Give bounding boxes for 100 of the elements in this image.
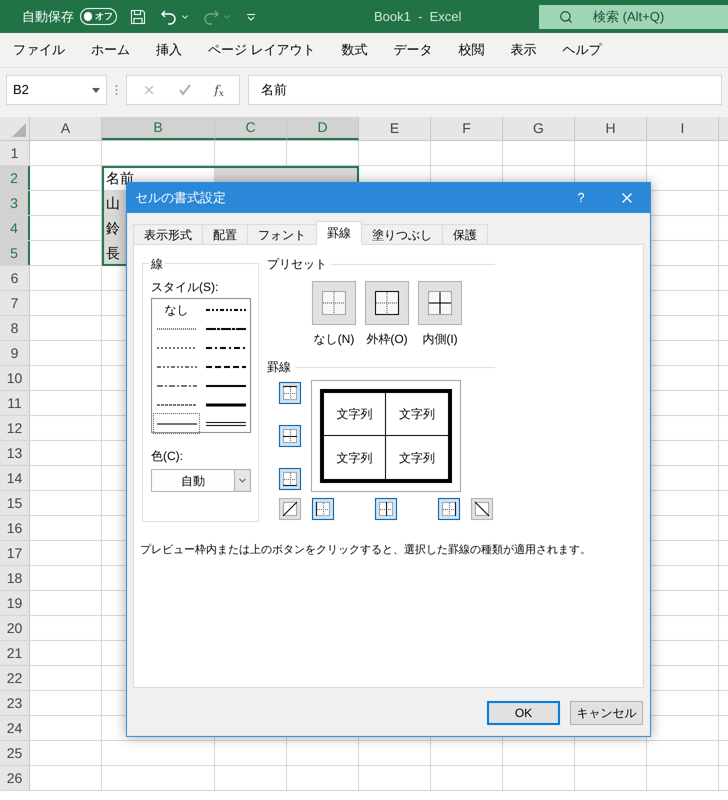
save-icon[interactable] [130, 8, 146, 24]
border-icon [282, 428, 298, 444]
search-field[interactable]: 検索 (Alt+Q) [539, 4, 728, 28]
row-header[interactable]: 14 [0, 466, 30, 490]
column-header[interactable]: B [102, 117, 215, 140]
help-button[interactable]: ? [558, 183, 604, 213]
border-toggle-button[interactable] [375, 498, 397, 520]
line-sample-icon [206, 344, 246, 350]
row-header[interactable]: 16 [0, 516, 30, 540]
border-icon [474, 501, 490, 517]
preset-button[interactable] [418, 281, 462, 325]
check-icon[interactable] [178, 83, 192, 97]
triangle-icon [12, 123, 26, 137]
dialog-button[interactable]: キャンセル [570, 701, 643, 725]
line-sample-icon [156, 402, 196, 408]
row-header[interactable]: 25 [0, 741, 30, 765]
border-toggle-button[interactable] [279, 425, 301, 447]
row-header[interactable]: 15 [0, 491, 30, 515]
row-header[interactable]: 17 [0, 541, 30, 565]
section-title: 罫線 [267, 359, 291, 376]
row-header[interactable]: 13 [0, 441, 30, 465]
hint-text: プレビュー枠内または上のボタンをクリックすると、選択した罫線の種類が適用されます。 [140, 542, 592, 558]
border-icon [315, 501, 331, 517]
border-toggle-button[interactable] [438, 498, 460, 520]
row-header[interactable]: 10 [0, 366, 30, 390]
border-toggle-button[interactable] [471, 498, 493, 520]
insert-function-button[interactable]: f$_{x}$ [214, 81, 224, 99]
column-header[interactable]: F [431, 117, 503, 140]
row-header[interactable]: 18 [0, 566, 30, 590]
row-header[interactable]: 21 [0, 641, 30, 665]
border-toggle-button[interactable] [279, 382, 301, 404]
line-style-option[interactable] [154, 414, 199, 433]
preview-text: 文字列 [399, 450, 435, 466]
undo-icon[interactable] [160, 8, 178, 24]
line-sample-icon [156, 344, 196, 350]
column-header[interactable]: G [503, 117, 575, 140]
preview-text: 文字列 [336, 450, 372, 466]
menu-tab[interactable]: ファイル [13, 40, 65, 60]
row-header[interactable]: 23 [0, 691, 30, 715]
section-title: プリセット [267, 256, 327, 273]
preset-label: なし(N) [314, 331, 354, 348]
preset-button[interactable] [312, 281, 356, 325]
line-sample-icon [206, 420, 246, 426]
border-toggle-button[interactable] [279, 468, 301, 490]
row-header[interactable]: 6 [0, 266, 30, 290]
border-icon [282, 501, 298, 517]
border-icon [378, 501, 394, 517]
row-header[interactable]: 2 [0, 166, 30, 190]
field-label: スタイル(S): [151, 279, 220, 296]
dropdown-caret-icon [92, 88, 100, 92]
row-header[interactable]: 8 [0, 316, 30, 340]
formula-field[interactable]: 名前 [248, 75, 722, 105]
color-dropdown[interactable]: 自動 [151, 469, 251, 492]
autosave-toggle[interactable]: オフ [80, 8, 117, 25]
dialog-tab[interactable]: 表示形式 [133, 224, 203, 245]
menu-tab[interactable]: ページ レイアウト [208, 40, 316, 60]
grip-icon [115, 84, 118, 96]
menu-tab[interactable]: 挿入 [156, 40, 182, 60]
border-icon [282, 471, 298, 487]
row-header[interactable]: 9 [0, 341, 30, 365]
menu-tab[interactable]: 数式 [342, 40, 368, 60]
menu-tab[interactable]: 表示 [510, 40, 537, 60]
row-header[interactable]: 19 [0, 591, 30, 615]
row-header[interactable]: 7 [0, 291, 30, 315]
column-header[interactable]: C [215, 117, 287, 140]
border-toggle-button[interactable] [279, 498, 301, 520]
row-header[interactable]: 22 [0, 666, 30, 690]
row-header[interactable]: 26 [0, 766, 30, 790]
preset-grid-icon [374, 290, 400, 316]
name-box[interactable]: B2 [6, 75, 107, 105]
dialog-button[interactable]: OK [487, 701, 560, 725]
row-header[interactable]: 4 [0, 216, 30, 240]
menu-tab[interactable]: ホーム [91, 40, 130, 60]
line-sample-icon [206, 382, 246, 388]
border-preview[interactable]: 文字列 文字列 文字列 文字列 [311, 380, 461, 492]
border-toggle-button[interactable] [312, 498, 334, 520]
line-style-option[interactable]: なし [154, 300, 199, 319]
row-header[interactable]: 12 [0, 416, 30, 440]
column-header[interactable]: H [575, 117, 647, 140]
row-header[interactable]: 5 [0, 241, 30, 265]
autosave-label: 自動保存 [22, 8, 74, 26]
menu-tab[interactable]: データ [394, 40, 433, 60]
row-header[interactable]: 20 [0, 616, 30, 640]
line-sample-icon [156, 364, 196, 370]
row-header[interactable]: 1 [0, 141, 30, 165]
row-header[interactable]: 11 [0, 391, 30, 415]
window-title: Book1 - Excel [374, 8, 462, 26]
dialog-tab[interactable]: 保護 [442, 224, 488, 245]
preset-grid-icon [321, 290, 347, 316]
preset-button[interactable] [365, 281, 409, 325]
column-header[interactable]: D [287, 117, 359, 140]
column-header[interactable]: E [359, 117, 431, 140]
row-header[interactable]: 3 [0, 191, 30, 215]
column-header[interactable]: I [647, 117, 719, 140]
customize-icon[interactable] [246, 12, 256, 22]
row-header[interactable]: 24 [0, 716, 30, 740]
dialog-tab[interactable]: 罫線 [316, 221, 362, 245]
menu-tab[interactable]: 校閲 [458, 40, 485, 60]
menu-tab[interactable]: ヘルプ [562, 40, 602, 60]
line-style-list[interactable]: なし [151, 298, 251, 433]
